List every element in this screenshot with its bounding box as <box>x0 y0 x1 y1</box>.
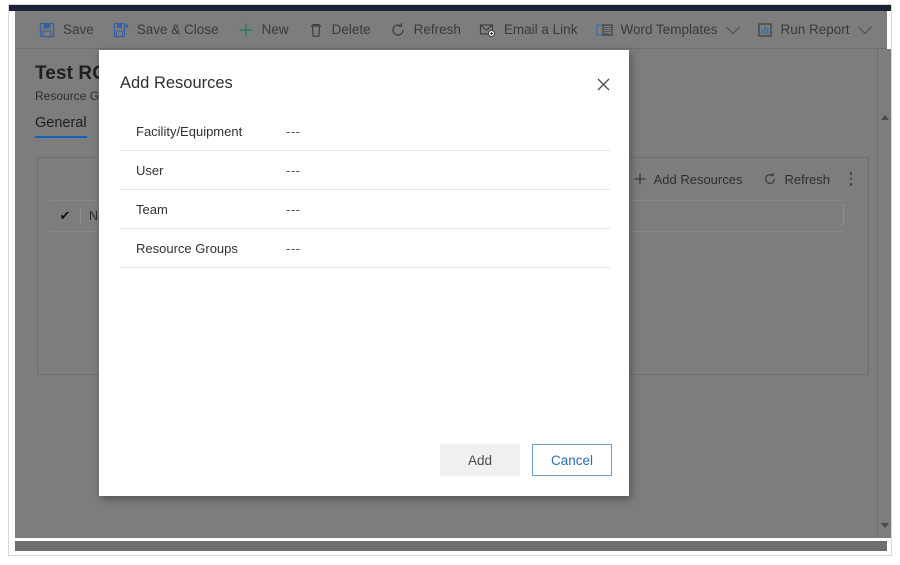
email-a-link-button[interactable]: Email a Link <box>470 11 587 49</box>
field-value-facility-equipment[interactable]: --- <box>286 124 301 139</box>
refresh-icon <box>762 171 778 187</box>
add-button[interactable]: Add <box>440 444 520 476</box>
save-button[interactable]: Save <box>29 11 103 49</box>
plus-icon <box>237 21 255 39</box>
plus-icon <box>632 171 648 187</box>
delete-button-label: Delete <box>331 22 371 37</box>
field-row-resource-groups[interactable]: Resource Groups --- <box>120 229 610 268</box>
close-icon[interactable] <box>589 70 617 98</box>
refresh-button-label: Refresh <box>413 22 461 37</box>
subgrid-refresh-button-label: Refresh <box>784 171 830 187</box>
scroll-down-icon[interactable] <box>881 523 889 528</box>
save-and-close-button[interactable]: Save & Close <box>103 11 228 49</box>
chevron-down-icon <box>725 19 740 34</box>
word-templates-button-label: Word Templates <box>620 22 718 37</box>
run-report-button[interactable]: Run Report <box>747 11 879 49</box>
add-resources-button[interactable]: Add Resources <box>622 171 753 187</box>
page-title: Test RG <box>35 63 108 84</box>
more-commands-icon[interactable] <box>840 168 862 190</box>
save-and-close-button-label: Save & Close <box>136 22 219 37</box>
subgrid-refresh-button[interactable]: Refresh <box>752 171 840 187</box>
email-a-link-button-label: Email a Link <box>503 22 578 37</box>
run-report-icon <box>756 21 774 39</box>
add-resources-dialog: Add Resources Facility/Equipment --- Use… <box>99 50 629 496</box>
form-tab-strip: General <box>35 115 101 138</box>
field-row-team[interactable]: Team --- <box>120 190 610 229</box>
column-resize-divider <box>843 204 844 226</box>
field-value-resource-groups[interactable]: --- <box>286 241 301 256</box>
field-value-user[interactable]: --- <box>286 163 301 178</box>
word-template-icon <box>595 21 613 39</box>
field-label-team: Team <box>136 201 168 217</box>
tab-general[interactable]: General <box>35 115 101 138</box>
field-value-team[interactable]: --- <box>286 202 301 217</box>
new-button[interactable]: New <box>228 11 298 49</box>
save-icon <box>38 21 56 39</box>
subgrid-toolbar: Add Resources Refresh <box>622 166 862 192</box>
dialog-title: Add Resources <box>120 74 233 92</box>
add-resources-button-label: Add Resources <box>653 171 743 187</box>
resource-field-list: Facility/Equipment --- User --- Team ---… <box>120 112 610 268</box>
command-bar: Save Save & Close New Delete Refresh Ema… <box>15 11 887 49</box>
application-window: Save Save & Close New Delete Refresh Ema… <box>8 4 892 556</box>
field-label-resource-groups: Resource Groups <box>136 240 238 256</box>
save-button-label: Save <box>63 22 94 37</box>
email-link-icon <box>479 21 497 39</box>
refresh-icon <box>389 21 407 39</box>
field-row-user[interactable]: User --- <box>120 151 610 190</box>
delete-button[interactable]: Delete <box>298 11 380 49</box>
trash-icon <box>307 21 325 39</box>
field-label-facility-equipment: Facility/Equipment <box>136 123 243 139</box>
field-label-user: User <box>136 162 164 178</box>
checkmark-icon[interactable]: ✔ <box>50 208 80 224</box>
page-bottom-bar <box>15 541 887 551</box>
word-templates-button[interactable]: Word Templates <box>586 11 746 49</box>
cancel-button[interactable]: Cancel <box>532 444 612 476</box>
dialog-footer: Add Cancel <box>440 444 612 476</box>
chevron-down-icon <box>857 19 872 34</box>
add-button-label: Add <box>467 452 493 468</box>
save-and-close-icon <box>112 21 130 39</box>
new-button-label: New <box>261 22 289 37</box>
run-report-button-label: Run Report <box>780 22 850 37</box>
tab-general-label: General <box>35 115 87 131</box>
cancel-button-label: Cancel <box>550 452 594 468</box>
refresh-button[interactable]: Refresh <box>380 11 470 49</box>
field-row-facility-equipment[interactable]: Facility/Equipment --- <box>120 112 610 151</box>
scroll-up-icon[interactable] <box>881 115 889 120</box>
page-scrollbar[interactable] <box>877 49 891 538</box>
